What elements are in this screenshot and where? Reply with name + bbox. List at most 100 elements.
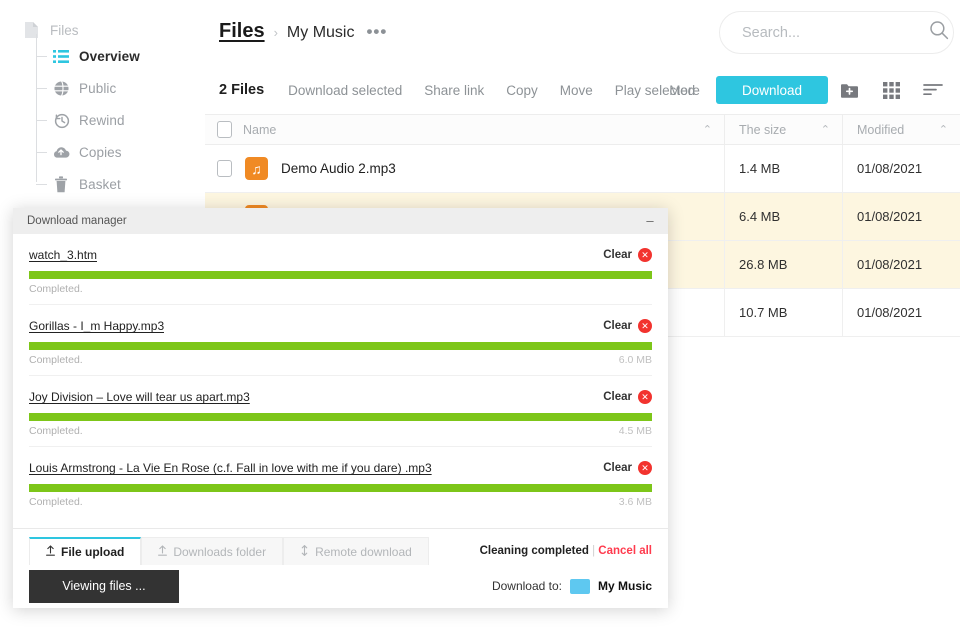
breadcrumb-root[interactable]: Files	[219, 20, 265, 43]
sort-caret-name-icon[interactable]: ⌃	[703, 123, 712, 136]
download-item-header: Joy Division – Love will tear us apart.m…	[29, 390, 652, 404]
file-count: 2 Files	[219, 82, 265, 98]
progress-bar	[29, 413, 652, 421]
download-status: Completed.	[29, 496, 83, 508]
action-copy[interactable]: Copy	[506, 83, 538, 98]
tab-label: Remote download	[315, 544, 412, 559]
row-checkbox[interactable]	[217, 160, 232, 177]
download-list: watch_3.htm Clear ✕ Completed. Gorillas …	[13, 234, 668, 528]
download-size: 3.6 MB	[618, 496, 652, 508]
download-item-header: watch_3.htm Clear ✕	[29, 248, 652, 262]
action-move[interactable]: Move	[560, 83, 593, 98]
download-item-header: Gorillas - I_m Happy.mp3 Clear ✕	[29, 319, 652, 333]
action-download-selected[interactable]: Download selected	[288, 83, 402, 98]
download-item-footer: Completed.	[29, 283, 652, 304]
sidebar-item-label: Public	[79, 80, 117, 96]
progress-bar-fill	[29, 342, 652, 350]
status-separator: |	[592, 545, 596, 557]
sort-caret-modified-icon[interactable]: ⌃	[939, 123, 948, 136]
search-box[interactable]	[719, 11, 954, 54]
breadcrumb-separator-icon: ›	[273, 25, 278, 40]
sidebar-item-basket[interactable]: Basket	[36, 168, 205, 200]
clear-button[interactable]: Clear	[603, 249, 632, 261]
minimize-icon[interactable]: –	[642, 214, 658, 227]
row-modified-cell: 01/08/2021	[842, 192, 960, 241]
close-icon[interactable]: ✕	[638, 390, 652, 404]
download-button[interactable]: Download	[715, 76, 828, 104]
clear-button[interactable]: Clear	[603, 320, 632, 332]
tab-downloads-folder[interactable]: Downloads folder	[141, 537, 284, 565]
download-item: Gorillas - I_m Happy.mp3 Clear ✕ Complet…	[29, 305, 652, 376]
cancel-all-button[interactable]: Cancel all	[598, 545, 652, 557]
download-manager-action-row: Viewing files ... Download to: My Music	[29, 565, 652, 607]
tab-remote-download[interactable]: Remote download	[283, 537, 429, 565]
row-size-cell: 1.4 MB	[724, 144, 842, 193]
download-size: 4.5 MB	[618, 425, 652, 437]
download-manager-titlebar[interactable]: Download manager –	[13, 208, 668, 234]
upload-icon	[46, 545, 55, 559]
select-all-checkbox[interactable]	[217, 121, 232, 138]
row-size-cell: 26.8 MB	[724, 240, 842, 289]
download-item-name[interactable]: Gorillas - I_m Happy.mp3	[29, 319, 164, 333]
sidebar-item-overview[interactable]: Overview	[36, 40, 205, 72]
progress-bar	[29, 342, 652, 350]
new-folder-icon[interactable]	[828, 75, 870, 105]
close-icon[interactable]: ✕	[638, 461, 652, 475]
download-item: Louis Armstrong - La Vie En Rose (c.f. F…	[29, 447, 652, 517]
row-file-name[interactable]: Demo Audio 2.mp3	[281, 161, 396, 176]
download-status: Completed.	[29, 283, 83, 295]
destination-name[interactable]: My Music	[598, 579, 652, 593]
sidebar-item-label: Basket	[79, 176, 121, 192]
row-modified: 01/08/2021	[857, 209, 923, 224]
download-destination[interactable]: Download to: My Music	[491, 578, 652, 594]
breadcrumb-current[interactable]: My Music	[287, 24, 355, 42]
download-item-footer: Completed. 6.0 MB	[29, 354, 652, 375]
action-share-link[interactable]: Share link	[424, 83, 484, 98]
grid-view-icon[interactable]	[870, 75, 912, 105]
sidebar-item-rewind[interactable]: Rewind	[36, 104, 205, 136]
breadcrumb: Files › My Music •••	[219, 20, 387, 43]
viewing-files-button[interactable]: Viewing files ...	[29, 569, 179, 603]
breadcrumb-more-icon[interactable]: •••	[366, 22, 387, 42]
app-root: Files Overview Public Rewind Copies Bask…	[0, 0, 960, 640]
close-icon[interactable]: ✕	[638, 319, 652, 333]
progress-bar	[29, 484, 652, 492]
sort-icon[interactable]	[912, 75, 954, 105]
download-size: 6.0 MB	[618, 354, 652, 366]
download-item-actions: Clear ✕	[593, 319, 652, 333]
action-more[interactable]: More	[669, 83, 700, 98]
row-size-cell: 10.7 MB	[724, 288, 842, 337]
column-header-size[interactable]: The size ⌃	[724, 114, 842, 145]
download-item-name[interactable]: watch_3.htm	[29, 248, 97, 262]
download-item-name[interactable]: Joy Division – Love will tear us apart.m…	[29, 390, 250, 404]
sidebar-item-copies[interactable]: Copies	[36, 136, 205, 168]
close-icon[interactable]: ✕	[638, 248, 652, 262]
sidebar-item-label: Copies	[79, 144, 122, 160]
destination-label: Download to:	[491, 579, 562, 593]
download-item-name[interactable]: Louis Armstrong - La Vie En Rose (c.f. F…	[29, 461, 432, 475]
download-status: Completed.	[29, 354, 83, 366]
column-header-name[interactable]: Name ⌃	[205, 121, 724, 138]
progress-bar	[29, 271, 652, 279]
list-icon	[52, 47, 70, 65]
column-label-size: The size	[739, 122, 787, 137]
clear-button[interactable]: Clear	[603, 391, 632, 403]
tab-file-upload[interactable]: File upload	[29, 537, 142, 565]
row-size: 26.8 MB	[739, 257, 788, 272]
file-icon	[22, 21, 40, 39]
row-modified: 01/08/2021	[857, 305, 923, 320]
table-row[interactable]: ♫ Demo Audio 2.mp3 1.4 MB 01/08/2021	[205, 144, 960, 193]
download-item-footer: Completed. 3.6 MB	[29, 496, 652, 517]
sidebar-item-public[interactable]: Public	[36, 72, 205, 104]
progress-bar-fill	[29, 271, 652, 279]
download-item: Joy Division – Love will tear us apart.m…	[29, 376, 652, 447]
sort-caret-size-icon[interactable]: ⌃	[821, 123, 830, 136]
action-toolbar: 2 Files Download selected Share link Cop…	[205, 66, 960, 114]
upload-icon	[158, 544, 168, 559]
sidebar-root-files[interactable]: Files	[0, 0, 205, 40]
search-input[interactable]	[742, 24, 929, 41]
search-icon[interactable]	[929, 20, 949, 45]
column-header-modified[interactable]: Modified ⌃	[842, 114, 960, 145]
download-item-actions: Clear ✕	[593, 461, 652, 475]
clear-button[interactable]: Clear	[603, 462, 632, 474]
